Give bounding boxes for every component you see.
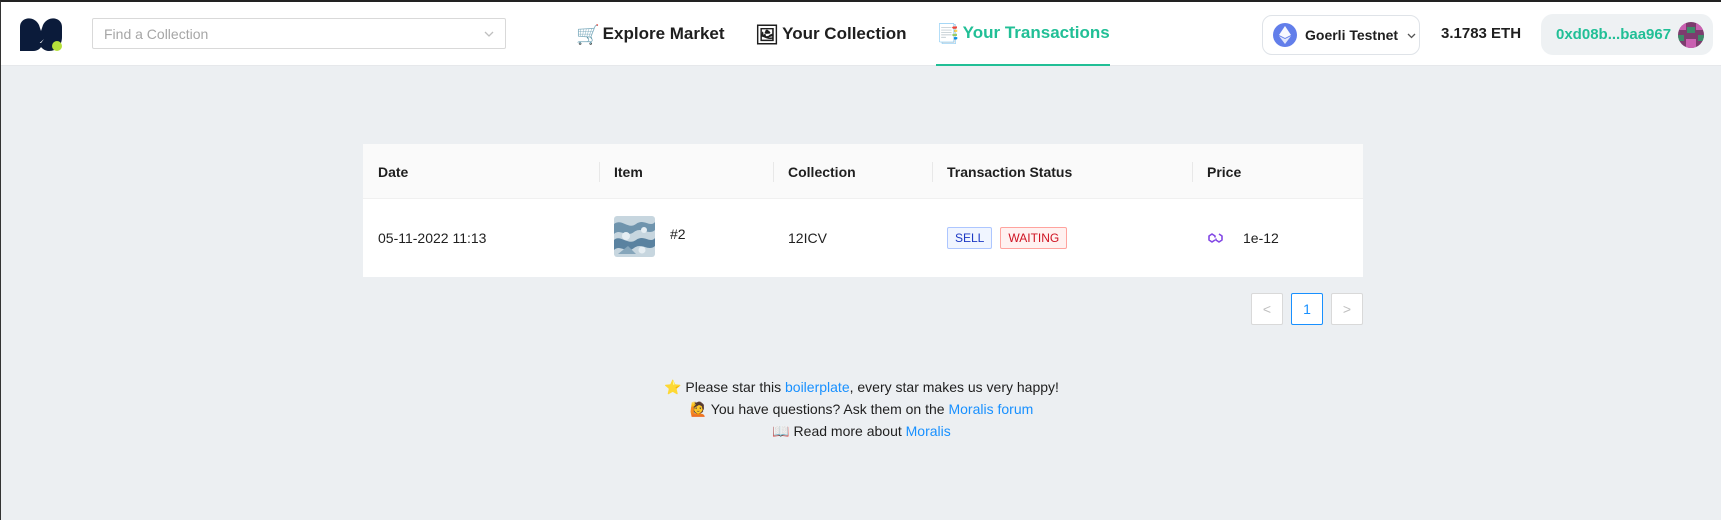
footer-star-line: ⭐ Please star this boilerplate, every st… [1, 377, 1721, 399]
collection-search[interactable]: Find a Collection [92, 18, 506, 49]
book-icon: 📖 [772, 424, 790, 440]
cell-item: #2 [599, 199, 773, 277]
cart-icon: 🛒 [576, 23, 600, 46]
tag-sell: SELL [947, 227, 993, 249]
nft-thumbnail[interactable] [614, 215, 655, 257]
star-icon: ⭐ [664, 380, 682, 396]
footer-questions-text: You have questions? Ask them on the [707, 401, 949, 417]
moralis-link[interactable]: Moralis [906, 423, 951, 439]
column-header-price: Price [1192, 144, 1363, 199]
nav-transactions-label: Your Transactions [962, 23, 1110, 42]
nav-your-collection[interactable]: 🖼 Your Collection [755, 2, 906, 66]
footer: ⭐ Please star this boilerplate, every st… [1, 377, 1721, 443]
pagination-next-button[interactable]: > [1331, 293, 1363, 325]
footer-star-text-1: Please star this [681, 379, 785, 395]
nav-collection-label: Your Collection [782, 24, 907, 43]
nav-explore-label: Explore Market [602, 24, 725, 43]
picture-icon: 🖼 [755, 23, 780, 46]
item-token-id: #2 [670, 226, 686, 242]
footer-questions-line: 🙋 You have questions? Ask them on the Mo… [1, 399, 1721, 421]
chevron-down-icon [484, 31, 494, 37]
wallet-avatar [1678, 21, 1705, 48]
column-header-collection: Collection [773, 144, 932, 199]
column-header-date: Date [378, 163, 409, 180]
table-header: Date Item Collection Transaction Status … [363, 144, 1363, 199]
pagination-prev-button[interactable]: < [1251, 293, 1283, 325]
footer-star-text-2: , every star makes us very happy! [849, 379, 1059, 395]
top-navbar: Find a Collection 🛒 Explore Market 🖼 You… [1, 2, 1721, 66]
footer-readmore-line: 📖 Read more about Moralis [1, 421, 1721, 443]
search-placeholder: Find a Collection [104, 26, 209, 42]
moralis-forum-link[interactable]: Moralis forum [948, 401, 1033, 417]
polygon-icon [1208, 233, 1223, 243]
cell-collection: 12ICV [788, 230, 827, 246]
ethereum-icon [1273, 23, 1297, 47]
wallet-address: 0xd08b...baa967 [1556, 26, 1672, 43]
transactions-table: Date Item Collection Transaction Status … [363, 144, 1363, 277]
tag-waiting: WAITING [1000, 227, 1068, 249]
chevron-down-icon [1407, 33, 1416, 38]
document-icon: 📑 [936, 22, 960, 45]
eth-balance: 3.1783 ETH [1441, 25, 1522, 42]
column-header-status: Transaction Status [932, 144, 1192, 199]
price-value: 1e-12 [1243, 230, 1279, 246]
boilerplate-link[interactable]: boilerplate [785, 379, 850, 395]
network-selector[interactable]: Goerli Testnet [1262, 15, 1420, 55]
cell-price: 1e-12 [1192, 199, 1363, 277]
footer-readmore-text: Read more about [789, 423, 906, 439]
raising-hand-icon: 🙋 [689, 402, 708, 418]
pagination-page-1[interactable]: 1 [1291, 293, 1323, 325]
nav-your-transactions[interactable]: 📑 Your Transactions [936, 2, 1110, 66]
cell-date: 05-11-2022 11:13 [378, 230, 487, 246]
network-label: Goerli Testnet [1305, 27, 1399, 43]
moralis-logo[interactable] [15, 13, 67, 55]
table-row: 05-11-2022 11:13 #2 12ICV SELL WAITING 1… [363, 199, 1363, 277]
nav-explore-market[interactable]: 🛒 Explore Market [576, 2, 725, 66]
wallet-address-button[interactable]: 0xd08b...baa967 [1541, 14, 1713, 55]
column-header-item: Item [599, 144, 773, 199]
cell-status: SELL WAITING [932, 199, 1192, 277]
